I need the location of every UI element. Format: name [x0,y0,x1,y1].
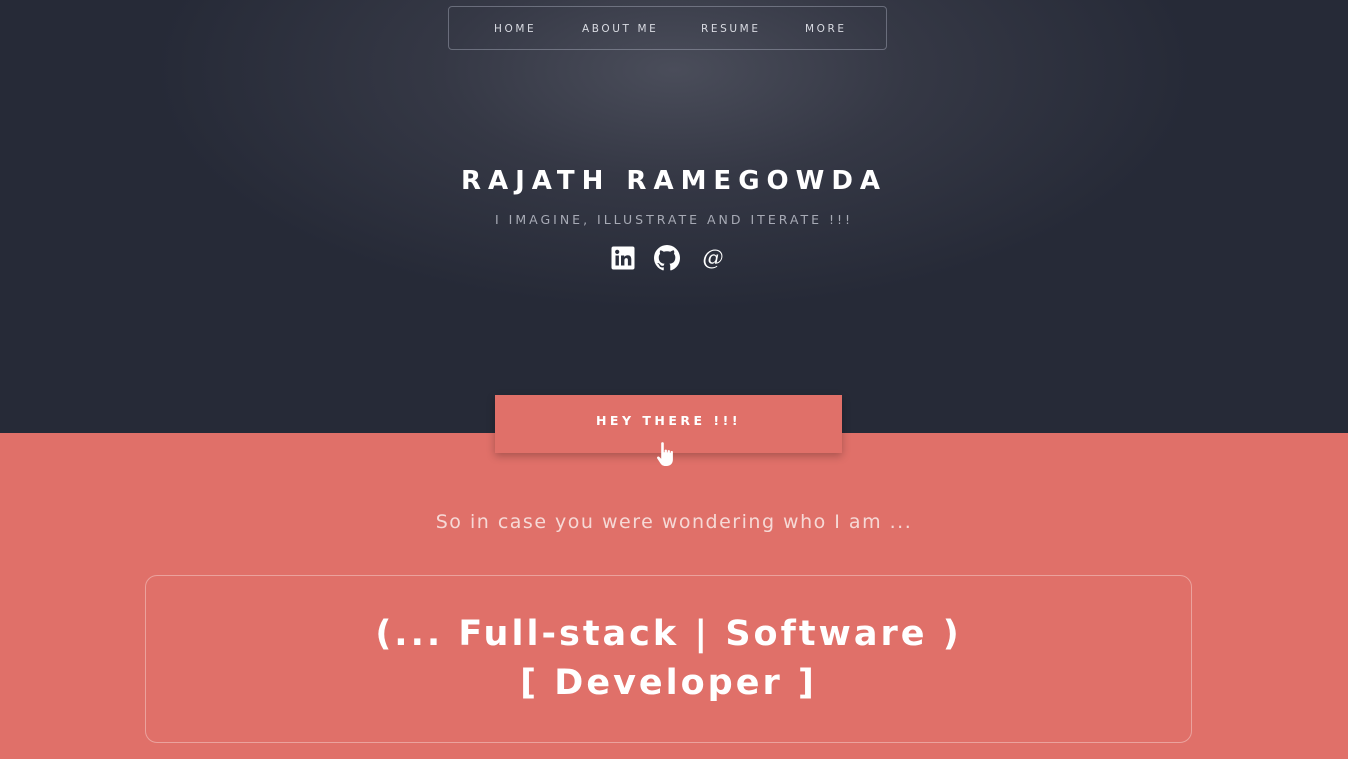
hero-name: RAJATH RAMEGOWDA [460,166,888,196]
page: HOME ABOUT ME RESUME MORE RAJATH RAMEGOW… [0,0,1348,759]
nav-resume-link[interactable]: RESUME [701,7,761,51]
github-icon[interactable] [654,245,680,271]
tab-title: HEY THERE !!! [595,413,742,428]
main-nav: HOME ABOUT ME RESUME MORE [448,6,887,50]
at-sign-icon[interactable]: @ [700,245,726,271]
nav-more-link[interactable]: MORE [805,7,847,51]
nav-home-link[interactable]: HOME [494,7,536,51]
hero-tagline: I IMAGINE, ILLUSTRATE AND ITERATE !!! [494,212,854,227]
pointing-hand-icon [654,440,680,468]
linkedin-icon[interactable] [610,245,636,271]
role-line-1: (... Full-stack | Software ) [375,614,962,654]
role-line-2: [ Developer ] [520,663,817,703]
nav-about-me-link[interactable]: ABOUT ME [582,7,658,51]
role-card: (... Full-stack | Software ) [ Developer… [145,575,1192,743]
intro-text: So in case you were wondering who I am .… [435,511,913,533]
